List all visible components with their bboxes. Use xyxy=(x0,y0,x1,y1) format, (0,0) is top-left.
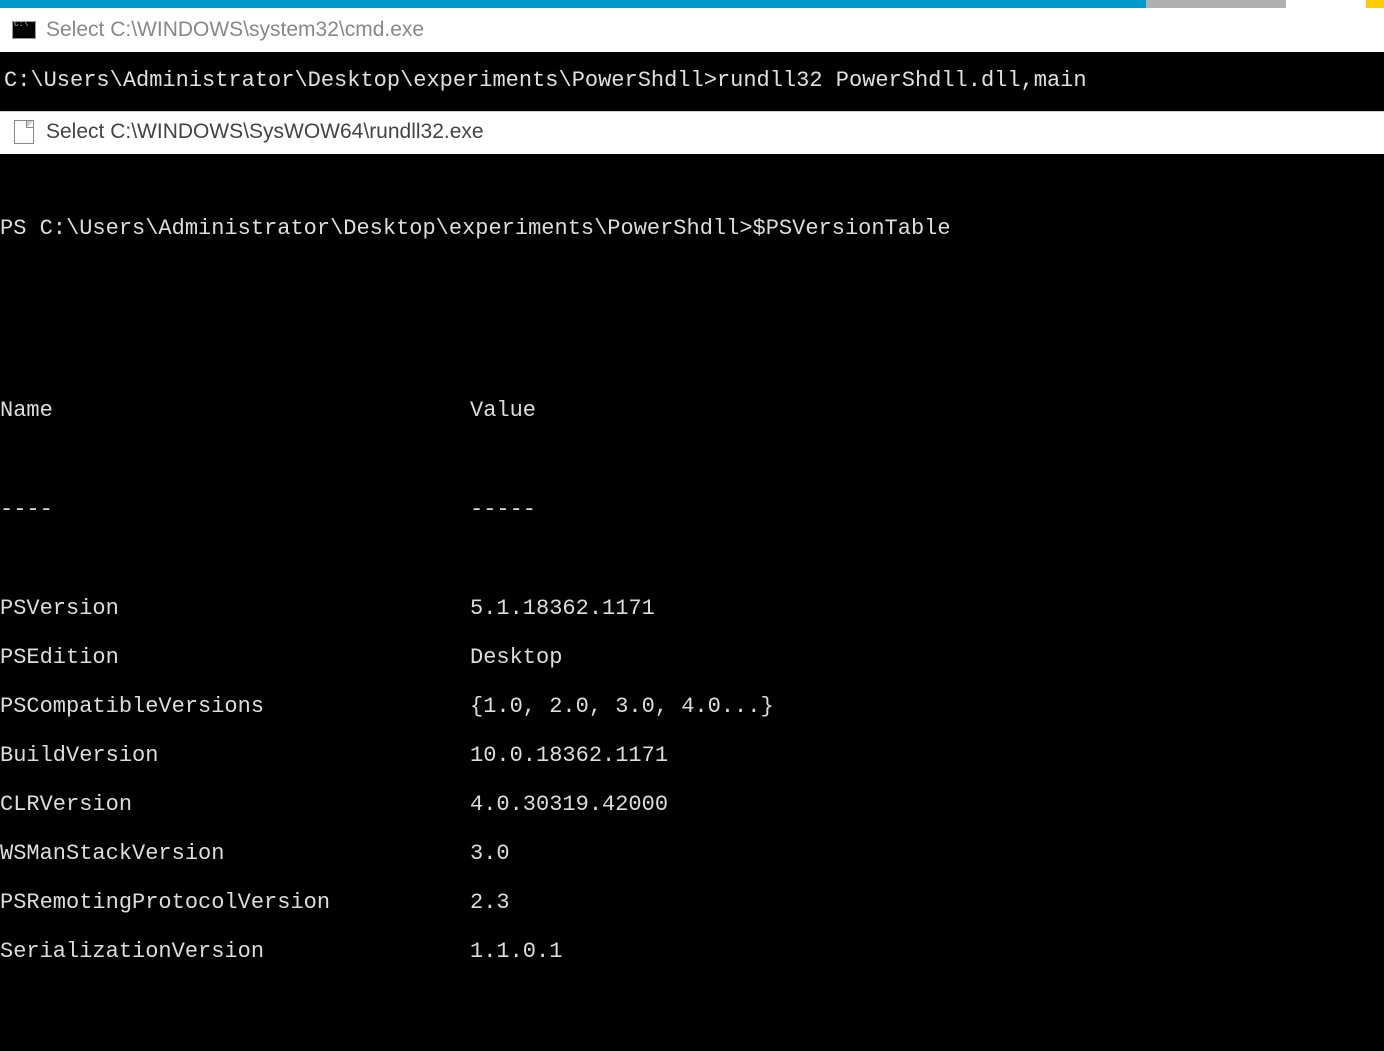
cmd-window-title: Select C:\WINDOWS\system32\cmd.exe xyxy=(46,18,424,42)
row-name: BuildVersion xyxy=(0,743,470,768)
row-value: Desktop xyxy=(470,645,1384,670)
row-name: PSEdition xyxy=(0,645,470,670)
table-row: PSCompatibleVersions{1.0, 2.0, 3.0, 4.0.… xyxy=(0,682,1384,731)
table-row: SerializationVersion1.1.0.1 xyxy=(0,927,1384,976)
rundll-window-title: Select C:\WINDOWS\SysWOW64\rundll32.exe xyxy=(46,120,484,144)
table-row: BuildVersion10.0.18362.1171 xyxy=(0,731,1384,780)
cmd-icon xyxy=(12,21,36,39)
cmd-window-titlebar[interactable]: Select C:\WINDOWS\system32\cmd.exe xyxy=(0,8,1384,52)
row-value: 2.3 xyxy=(470,890,1384,915)
ps-prompt: PS C:\Users\Administrator\Desktop\experi… xyxy=(0,216,753,241)
table-row: PSEditionDesktop xyxy=(0,633,1384,682)
row-value: 5.1.18362.1171 xyxy=(470,596,1384,621)
row-name: WSManStackVersion xyxy=(0,841,470,866)
table-row: CLRVersion4.0.30319.42000 xyxy=(0,780,1384,829)
window-top-border xyxy=(0,0,1384,8)
table-row: PSRemotingProtocolVersion2.3 xyxy=(0,878,1384,927)
separator-name: ---- xyxy=(0,497,470,522)
row-value: 4.0.30319.42000 xyxy=(470,792,1384,817)
row-name: PSVersion xyxy=(0,596,470,621)
file-icon xyxy=(14,120,34,144)
cmd-command: rundll32 PowerShdll.dll,main xyxy=(717,68,1087,93)
row-name: SerializationVersion xyxy=(0,939,470,964)
header-value: Value xyxy=(470,398,1384,423)
header-name: Name xyxy=(0,398,470,423)
border-segment xyxy=(1366,0,1384,8)
table-separator-row: ---- ----- xyxy=(0,485,1384,534)
cmd-terminal-content[interactable]: C:\Users\Administrator\Desktop\experimen… xyxy=(0,52,1384,111)
row-name: CLRVersion xyxy=(0,792,470,817)
border-segment xyxy=(1146,0,1286,8)
psversiontable-output: Name Value ---- ----- PSVersion5.1.18362… xyxy=(0,336,1384,1026)
row-value: {1.0, 2.0, 3.0, 4.0...} xyxy=(470,694,1384,719)
separator-value: ----- xyxy=(470,497,1384,522)
cmd-prompt: C:\Users\Administrator\Desktop\experimen… xyxy=(4,68,717,93)
row-value: 3.0 xyxy=(470,841,1384,866)
table-row: WSManStackVersion3.0 xyxy=(0,829,1384,878)
table-row: PSVersion5.1.18362.1171 xyxy=(0,584,1384,633)
row-name: PSCompatibleVersions xyxy=(0,694,470,719)
row-name: PSRemotingProtocolVersion xyxy=(0,890,470,915)
rundll-window-titlebar[interactable]: Select C:\WINDOWS\SysWOW64\rundll32.exe xyxy=(0,111,1384,154)
row-value: 10.0.18362.1171 xyxy=(470,743,1384,768)
ps-terminal-content[interactable]: PS C:\Users\Administrator\Desktop\experi… xyxy=(0,154,1384,1051)
border-segment xyxy=(1286,0,1366,8)
ps-command: $PSVersionTable xyxy=(753,216,951,241)
row-value: 1.1.0.1 xyxy=(470,939,1384,964)
table-header-row: Name Value xyxy=(0,386,1384,435)
